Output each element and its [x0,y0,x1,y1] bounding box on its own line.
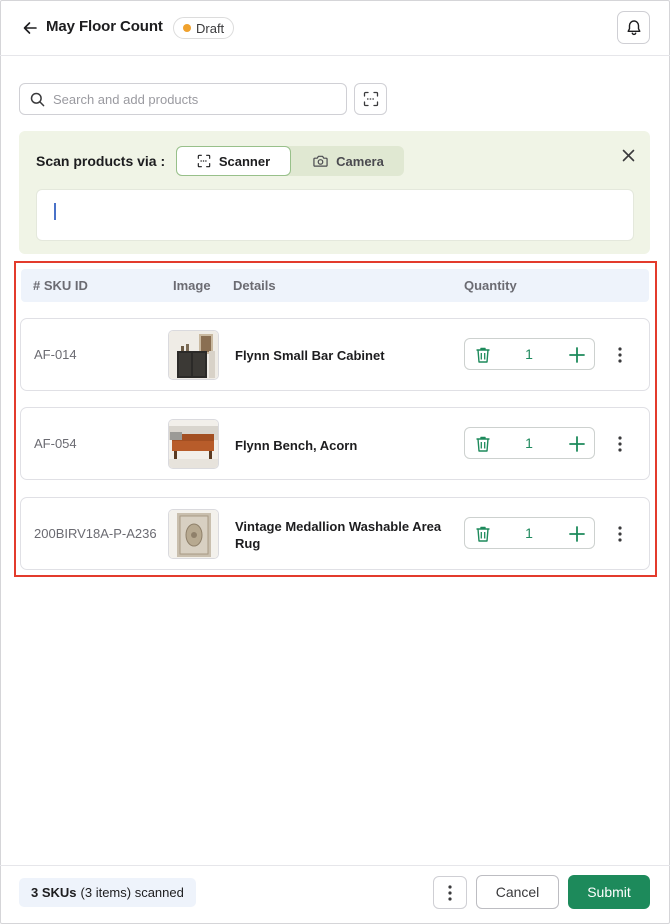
increment-button[interactable] [566,433,588,455]
more-vertical-icon [618,347,622,363]
sku-id: AF-014 [34,347,77,362]
search-icon [30,92,45,106]
status-badge-label: Draft [196,20,225,36]
cancel-button[interactable]: Cancel [476,875,559,909]
close-scan-panel-button[interactable] [619,146,637,164]
plus-icon [569,526,585,542]
page-title: May Floor Count [46,18,163,35]
table-header: # SKU ID Image Details Quantity [21,269,649,302]
more-actions-button[interactable] [433,876,467,909]
column-header-image: Image [173,278,211,293]
search-input[interactable] [53,91,333,107]
trash-icon [476,526,490,542]
increment-button[interactable] [566,523,588,545]
search-field[interactable] [19,83,347,115]
quantity-input[interactable] [509,339,549,369]
product-image [168,509,219,559]
row-menu-button[interactable] [611,344,629,366]
status-badge: Draft [173,17,235,39]
table-row: AF-054 Flynn Bench, Acorn [20,407,650,480]
scan-input-field[interactable] [36,189,634,241]
submit-button[interactable]: Submit [568,875,650,909]
camera-mode-label: Camera [336,153,384,169]
trash-icon [476,347,490,363]
page-footer: 3 SKUs (3 items) scanned Cancel Submit [0,865,670,924]
back-button[interactable] [18,16,42,40]
barcode-scan-icon [197,154,211,168]
product-image [168,330,219,380]
status-dot-icon [183,24,191,32]
column-header-details: Details [233,278,276,293]
rug-thumbnail [169,510,218,558]
bell-icon [627,20,640,36]
product-name: Vintage Medallion Washable Area Rug [235,519,442,551]
increment-button[interactable] [566,344,588,366]
more-vertical-icon [618,436,622,452]
text-cursor [54,203,56,220]
camera-icon [313,155,328,167]
row-menu-button[interactable] [611,523,629,545]
notifications-button[interactable] [617,11,650,44]
bench-thumbnail [169,420,218,468]
quantity-stepper [464,338,595,370]
close-icon [622,149,634,161]
scanned-item-detail: (3 items) scanned [80,885,184,900]
quantity-stepper [464,517,595,549]
scanner-mode-label: Scanner [218,153,271,169]
barcode-scan-icon [363,91,378,107]
delete-button[interactable] [473,524,493,544]
trash-icon [476,436,490,452]
table-row: AF-014 Flynn Small Bar Cabinet [20,318,650,391]
scan-via-label: Scan products via : [36,153,166,169]
product-image [168,419,219,469]
scan-barcode-button[interactable] [354,83,387,115]
sku-id: 200BIRV18A-P-A236 [34,526,157,541]
scan-mode-toggle: Scanner Camera [176,146,404,176]
row-menu-button[interactable] [611,433,629,455]
quantity-stepper [464,427,595,459]
scanner-mode-button[interactable]: Scanner [176,146,291,176]
column-header-sku: # SKU ID [33,278,88,293]
product-name: Flynn Small Bar Cabinet [235,348,385,363]
column-header-quantity: Quantity [464,278,517,293]
more-vertical-icon [618,526,622,542]
plus-icon [569,436,585,452]
camera-mode-button[interactable]: Camera [293,146,404,176]
delete-button[interactable] [473,434,493,454]
product-name: Flynn Bench, Acorn [235,438,358,453]
quantity-input[interactable] [509,428,549,458]
scanned-summary: 3 SKUs (3 items) scanned [19,878,196,907]
scan-panel: Scan products via : Scanner Camera [19,131,650,254]
page-header: May Floor Count Draft [0,0,670,56]
quantity-input[interactable] [509,518,549,548]
arrow-left-icon [23,22,37,34]
sku-id: AF-054 [34,436,77,451]
plus-icon [569,347,585,363]
table-row: 200BIRV18A-P-A236 Vintage Medallion Wash… [20,497,650,570]
scanned-sku-count: 3 SKUs [31,885,77,900]
more-vertical-icon [448,884,452,901]
delete-button[interactable] [473,345,493,365]
bar-cabinet-thumbnail [169,331,218,379]
